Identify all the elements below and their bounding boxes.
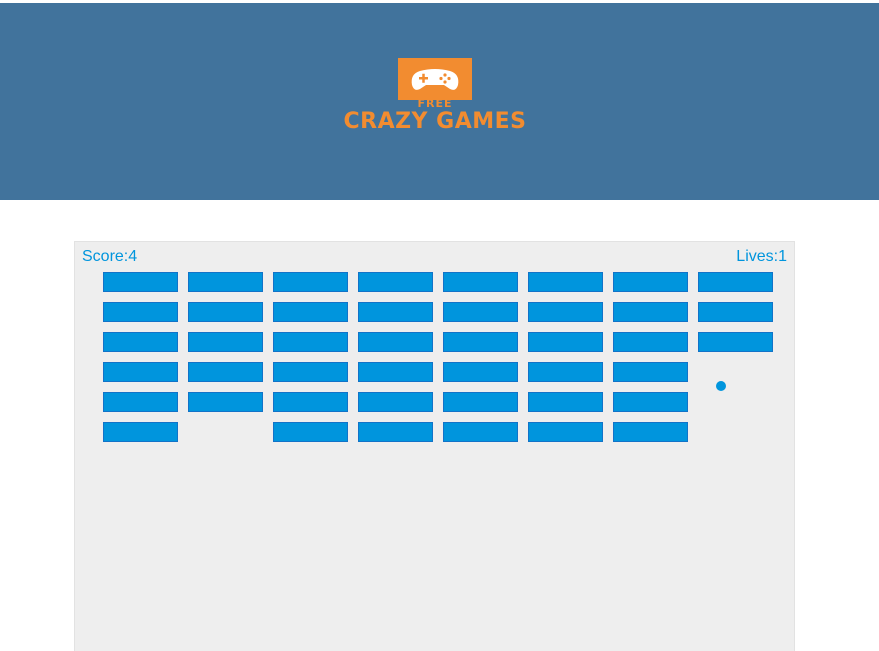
brick [613,422,688,442]
brick [188,272,263,292]
brick [528,302,603,322]
brick [613,272,688,292]
brick [188,302,263,322]
brick [528,332,603,352]
brick [698,272,773,292]
brick [528,272,603,292]
brick [443,272,518,292]
brick [103,392,178,412]
brick [613,302,688,322]
brick [358,362,433,382]
brick [528,362,603,382]
brick [358,392,433,412]
lives-display: Lives:1 [736,248,787,265]
ball [716,381,726,391]
brick [613,362,688,382]
brick [358,302,433,322]
brick [443,422,518,442]
brick [358,422,433,442]
brick [528,392,603,412]
brick [188,362,263,382]
brick [698,302,773,322]
gamepad-icon [398,58,472,100]
score-display: Score:4 [82,248,138,265]
brick [103,362,178,382]
brick [103,422,178,442]
brick [103,302,178,322]
brick [273,392,348,412]
brick [273,332,348,352]
brick [613,332,688,352]
brick [103,272,178,292]
brick [273,302,348,322]
brick [188,392,263,412]
brick [358,332,433,352]
brick [273,362,348,382]
brick [613,392,688,412]
breakout-game-canvas[interactable]: Score:4 Lives:1 [74,241,795,651]
brick [358,272,433,292]
brick [188,332,263,352]
brick [698,332,773,352]
site-header: FREE CRAZY GAMES [0,3,879,200]
logo-title-text: CRAZY GAMES [343,109,527,134]
brick [103,332,178,352]
brick [443,392,518,412]
brick [528,422,603,442]
brick [273,272,348,292]
brick [273,422,348,442]
site-logo[interactable]: FREE CRAZY GAMES [342,58,528,138]
brick [443,302,518,322]
brick [443,362,518,382]
brick [443,332,518,352]
